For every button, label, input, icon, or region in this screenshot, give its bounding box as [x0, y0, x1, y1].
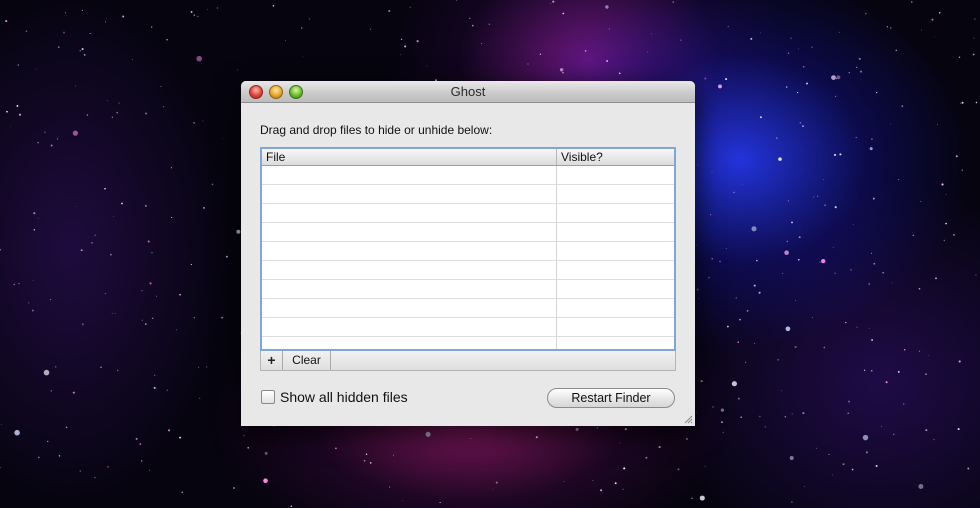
- table-row[interactable]: [262, 185, 674, 204]
- table-cell-file: [262, 223, 557, 241]
- table-row[interactable]: [262, 223, 674, 242]
- table-row[interactable]: [262, 166, 674, 185]
- table-cell-visible: [557, 337, 674, 349]
- column-header-visible[interactable]: Visible?: [557, 149, 674, 165]
- show-hidden-files-checkbox[interactable]: [261, 390, 275, 404]
- table-cell-visible: [557, 242, 674, 260]
- ghost-window: Ghost Drag and drop files to hide or unh…: [241, 81, 695, 426]
- table-cell-visible: [557, 318, 674, 336]
- table-cell-file: [262, 299, 557, 317]
- table-cell-file: [262, 280, 557, 298]
- table-row[interactable]: [262, 299, 674, 318]
- table-cell-visible: [557, 261, 674, 279]
- table-header: File Visible?: [262, 149, 674, 166]
- window-titlebar[interactable]: Ghost: [241, 81, 695, 103]
- table-body[interactable]: [262, 166, 674, 349]
- show-hidden-files-option[interactable]: Show all hidden files: [261, 389, 408, 405]
- table-cell-visible: [557, 204, 674, 222]
- table-row[interactable]: [262, 261, 674, 280]
- table-cell-file: [262, 185, 557, 203]
- table-row[interactable]: [262, 337, 674, 349]
- table-cell-visible: [557, 299, 674, 317]
- table-cell-visible: [557, 223, 674, 241]
- restart-finder-button[interactable]: Restart Finder: [547, 388, 675, 408]
- instructions-label: Drag and drop files to hide or unhide be…: [260, 123, 493, 137]
- table-cell-file: [262, 261, 557, 279]
- files-table[interactable]: File Visible?: [260, 147, 676, 351]
- table-cell-file: [262, 204, 557, 222]
- add-file-button[interactable]: +: [261, 351, 283, 370]
- table-cell-file: [262, 318, 557, 336]
- table-row[interactable]: [262, 204, 674, 223]
- table-cell-file: [262, 166, 557, 184]
- table-cell-file: [262, 337, 557, 349]
- window-title: Ghost: [450, 84, 486, 99]
- resize-grip-icon[interactable]: [683, 414, 693, 424]
- column-header-file[interactable]: File: [262, 149, 557, 165]
- show-hidden-files-label[interactable]: Show all hidden files: [280, 389, 408, 405]
- table-row[interactable]: [262, 280, 674, 299]
- table-row[interactable]: [262, 242, 674, 261]
- table-cell-file: [262, 242, 557, 260]
- clear-button[interactable]: Clear: [283, 351, 331, 370]
- table-cell-visible: [557, 280, 674, 298]
- table-cell-visible: [557, 166, 674, 184]
- table-row[interactable]: [262, 318, 674, 337]
- table-cell-visible: [557, 185, 674, 203]
- table-toolbar: + Clear: [260, 351, 676, 371]
